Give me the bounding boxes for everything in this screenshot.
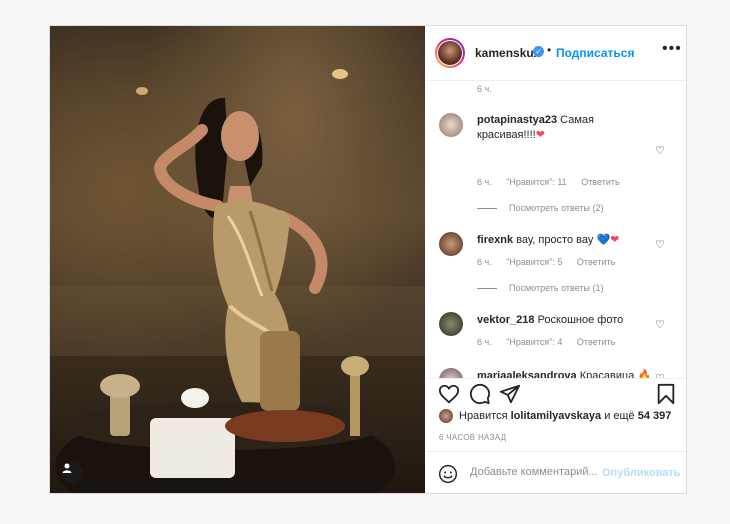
view-replies-label: Посмотреть ответы (1) — [509, 283, 604, 293]
comment-text: mariaaleksandrova Красавица 🔥🔥🔥🔥🔥 — [477, 369, 657, 378]
comment-text: firexnk вау, просто вау 💙❤ — [477, 233, 647, 248]
likes-suffix: и ещё — [604, 409, 635, 422]
comment-likes[interactable]: "Нравится": 5 — [506, 257, 562, 267]
comment-likes[interactable]: "Нравится": 4 — [506, 337, 562, 347]
post-timestamp[interactable]: 6 ЧАСОВ НАЗАД — [439, 433, 506, 442]
view-replies-button[interactable]: Посмотреть ответы (2) — [477, 203, 604, 213]
add-comment-bar: Опубликовать — [426, 451, 686, 494]
comment-text: vektor_218 Роскошное фото — [477, 313, 647, 328]
photo-illustration — [50, 69, 425, 493]
comment-input[interactable] — [468, 465, 612, 479]
comment-like-icon[interactable]: ♡ — [655, 144, 665, 157]
post-header: kamenskux ✓ • Подписаться ••• — [426, 26, 686, 81]
reply-button[interactable]: Ответить — [577, 257, 615, 267]
avatar-image — [438, 41, 462, 65]
caption-time: 6 ч. — [477, 84, 492, 94]
comment-meta: 6 ч. "Нравится": 5 Ответить — [477, 257, 627, 267]
publish-button[interactable]: Опубликовать — [602, 467, 681, 479]
comment-body: Роскошное фото — [537, 314, 624, 326]
replies-divider — [477, 208, 497, 210]
heart-emoji: ❤ — [535, 129, 545, 141]
post-photo[interactable] — [50, 26, 425, 493]
comment-bubble-icon[interactable] — [469, 383, 491, 405]
comment-meta: 6 ч. "Нравится": 4 Ответить — [477, 337, 627, 347]
post-modal: kamenskux ✓ • Подписаться ••• 6 ч. potap… — [49, 25, 687, 494]
commenter-avatar[interactable] — [439, 232, 463, 256]
comment-username[interactable]: mariaaleksandrova — [477, 370, 577, 378]
like-heart-icon[interactable] — [438, 383, 460, 405]
comment-username[interactable]: vektor_218 — [477, 314, 535, 326]
save-bookmark-icon[interactable] — [656, 383, 676, 405]
post-sidebar: kamenskux ✓ • Подписаться ••• 6 ч. potap… — [426, 26, 686, 493]
liker-avatar[interactable] — [439, 409, 453, 423]
follow-button[interactable]: Подписаться — [556, 46, 634, 60]
likes-summary: Нравится lolitamilyavskaya и ещё 54 397 — [439, 409, 671, 423]
post-actions: Нравится lolitamilyavskaya и ещё 54 397 … — [426, 378, 686, 493]
comment-like-icon[interactable]: ♡ — [655, 318, 665, 331]
comment-time: 6 ч. — [477, 257, 492, 267]
replies-divider — [477, 288, 497, 290]
comment-likes[interactable]: "Нравится": 11 — [506, 177, 566, 187]
comment-body: Красавица — [579, 370, 635, 378]
view-replies-label: Посмотреть ответы (2) — [509, 203, 604, 213]
reply-button[interactable]: Ответить — [577, 337, 615, 347]
commenter-avatar[interactable] — [439, 113, 463, 137]
commenter-avatar[interactable] — [439, 368, 463, 378]
heart-emoji: ❤ — [610, 234, 620, 246]
author-username[interactable]: kamenskux — [475, 46, 540, 60]
comment-username[interactable]: potapinastya23 — [477, 114, 557, 126]
verified-badge-icon: ✓ — [533, 46, 544, 57]
comment-time: 6 ч. — [477, 177, 492, 187]
user-tag-icon — [62, 463, 72, 473]
comment-time: 6 ч. — [477, 337, 492, 347]
view-replies-button[interactable]: Посмотреть ответы (1) — [477, 283, 604, 293]
commenter-avatar[interactable] — [439, 312, 463, 336]
separator-dot: • — [547, 43, 552, 57]
reply-button[interactable]: Ответить — [581, 177, 619, 187]
likes-count[interactable]: 54 397 — [638, 410, 672, 422]
likes-prefix: Нравится — [459, 409, 508, 422]
blue-heart-emoji: 💙 — [596, 234, 611, 246]
comment-body: вау, просто вау — [516, 234, 594, 246]
emoji-icon[interactable] — [438, 464, 458, 484]
comment-username[interactable]: firexnk — [477, 234, 513, 246]
comment-meta: 6 ч. "Нравится": 11 Ответить — [477, 177, 632, 187]
comment-like-icon[interactable]: ♡ — [655, 238, 665, 251]
share-paper-plane-icon[interactable] — [499, 383, 521, 405]
more-options-icon[interactable]: ••• — [662, 40, 682, 58]
comments-list[interactable]: 6 ч. potapinastya23 Самая красивая!!!!❤ … — [426, 82, 686, 378]
author-avatar[interactable] — [435, 38, 465, 68]
comment-text: potapinastya23 Самая красивая!!!!❤ — [477, 113, 647, 143]
tag-people-button[interactable] — [61, 462, 83, 484]
liker-username[interactable]: lolitamilyavskaya — [511, 410, 602, 422]
